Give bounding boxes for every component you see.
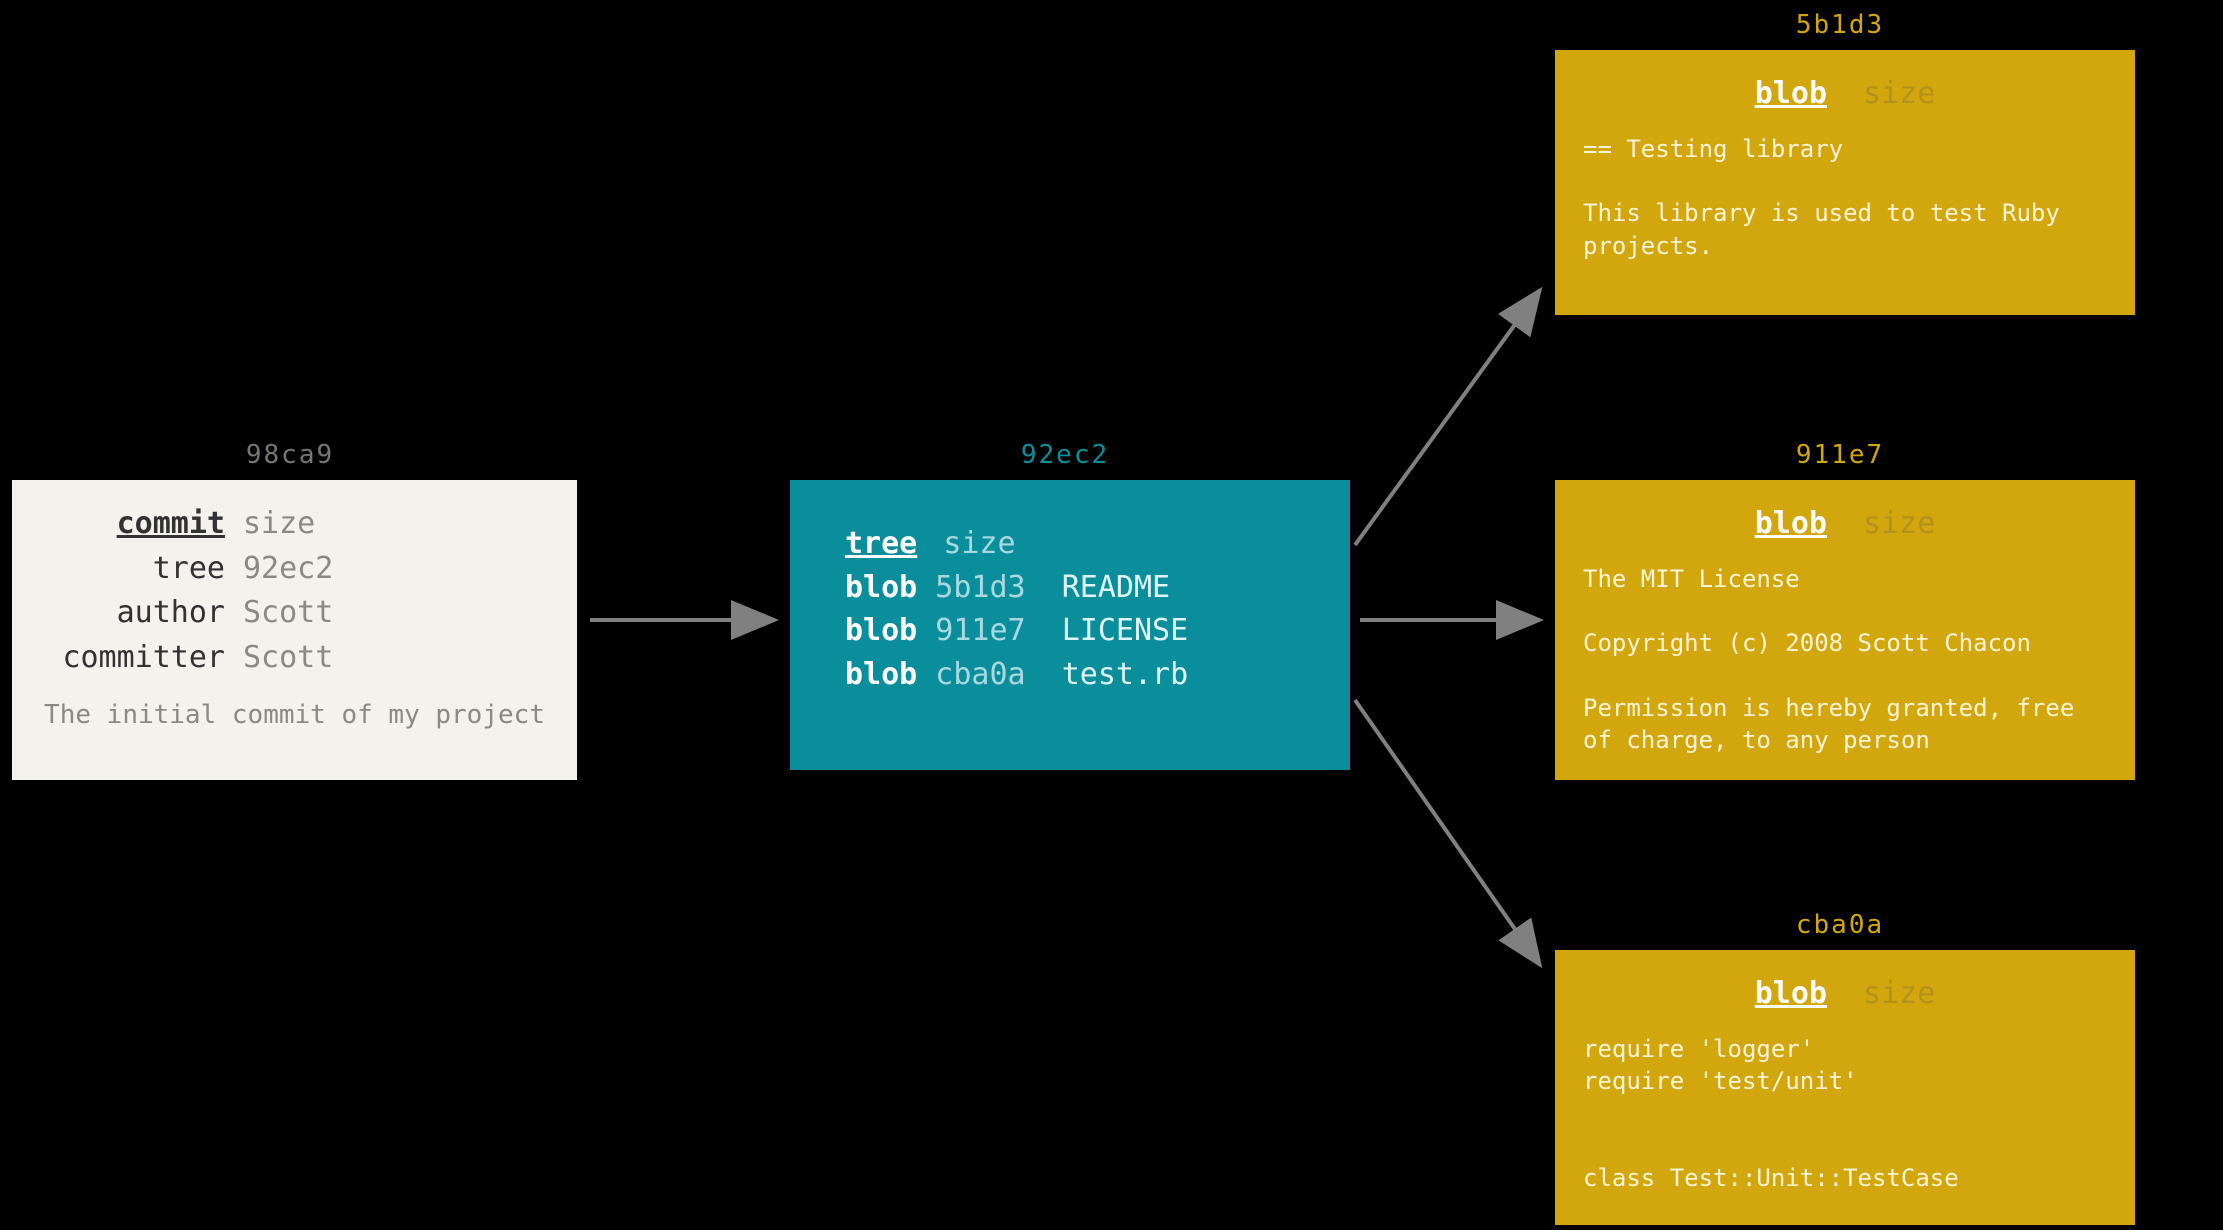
blob-type-label-2: blob (1755, 506, 1827, 541)
blob-object-box-1: blob size == Testing library This librar… (1555, 50, 2135, 315)
tree-entry-name: test.rb (1044, 657, 1189, 692)
tree-entry-hash: 5b1d3 (917, 570, 1043, 605)
tree-entry-type: blob (845, 570, 917, 605)
blob-header-1: blob size (1583, 74, 2107, 115)
blob-type-label-3: blob (1755, 976, 1827, 1011)
tree-entry: blob 911e7 LICENSE (845, 609, 1322, 653)
blob-size-label-3: size (1863, 976, 1935, 1011)
commit-author-value: Scott (243, 593, 549, 634)
diagram-canvas: 98ca9 commit size tree 92ec2 author Scot… (0, 0, 2223, 1230)
blob-size-label-2: size (1863, 506, 1935, 541)
blob-content-2: The MIT License Copyright (c) 2008 Scott… (1583, 563, 2107, 757)
tree-entry-name: LICENSE (1044, 613, 1189, 648)
blob-content-1: == Testing library This library is used … (1583, 133, 2107, 263)
tree-entry-type: blob (845, 613, 917, 648)
blob-object-box-2: blob size The MIT License Copyright (c) … (1555, 480, 2135, 780)
blob-hash-label-1: 5b1d3 (1760, 10, 1920, 40)
arrow-tree-to-blob-1 (1355, 290, 1540, 545)
tree-entry-hash: 911e7 (917, 613, 1043, 648)
commit-committer-key: committer (40, 638, 225, 679)
commit-message: The initial commit of my project (40, 700, 549, 730)
tree-entry: blob cba0a test.rb (845, 653, 1322, 697)
commit-committer-value: Scott (243, 638, 549, 679)
commit-object-box: commit size tree 92ec2 author Scott comm… (12, 480, 577, 780)
blob-hash-label-3: cba0a (1760, 910, 1920, 940)
blob-size-label-1: size (1863, 76, 1935, 111)
commit-hash-label: 98ca9 (210, 440, 370, 470)
tree-object-box: tree size blob 5b1d3 READMEblob 911e7 LI… (790, 480, 1350, 770)
commit-fields: commit size tree 92ec2 author Scott comm… (40, 504, 549, 678)
commit-tree-value: 92ec2 (243, 549, 549, 590)
tree-entry-type: blob (845, 657, 917, 692)
blob-type-label-1: blob (1755, 76, 1827, 111)
tree-header: tree size (845, 522, 1322, 566)
blob-header-2: blob size (1583, 504, 2107, 545)
commit-author-key: author (40, 593, 225, 634)
tree-entry-hash: cba0a (917, 657, 1043, 692)
tree-entry: blob 5b1d3 README (845, 566, 1322, 610)
tree-entry-name: README (1044, 570, 1170, 605)
commit-type-label: commit (40, 504, 225, 545)
blob-hash-label-2: 911e7 (1760, 440, 1920, 470)
blob-content-3: require 'logger' require 'test/unit' cla… (1583, 1033, 2107, 1195)
commit-tree-key: tree (40, 549, 225, 590)
tree-hash-label: 92ec2 (985, 440, 1145, 470)
tree-type-label: tree (845, 526, 917, 561)
arrow-tree-to-blob-3 (1355, 700, 1540, 965)
tree-size-label: size (943, 526, 1015, 561)
tree-entries: blob 5b1d3 READMEblob 911e7 LICENSEblob … (845, 566, 1322, 697)
commit-size-value: size (243, 504, 549, 545)
blob-header-3: blob size (1583, 974, 2107, 1015)
blob-object-box-3: blob size require 'logger' require 'test… (1555, 950, 2135, 1225)
